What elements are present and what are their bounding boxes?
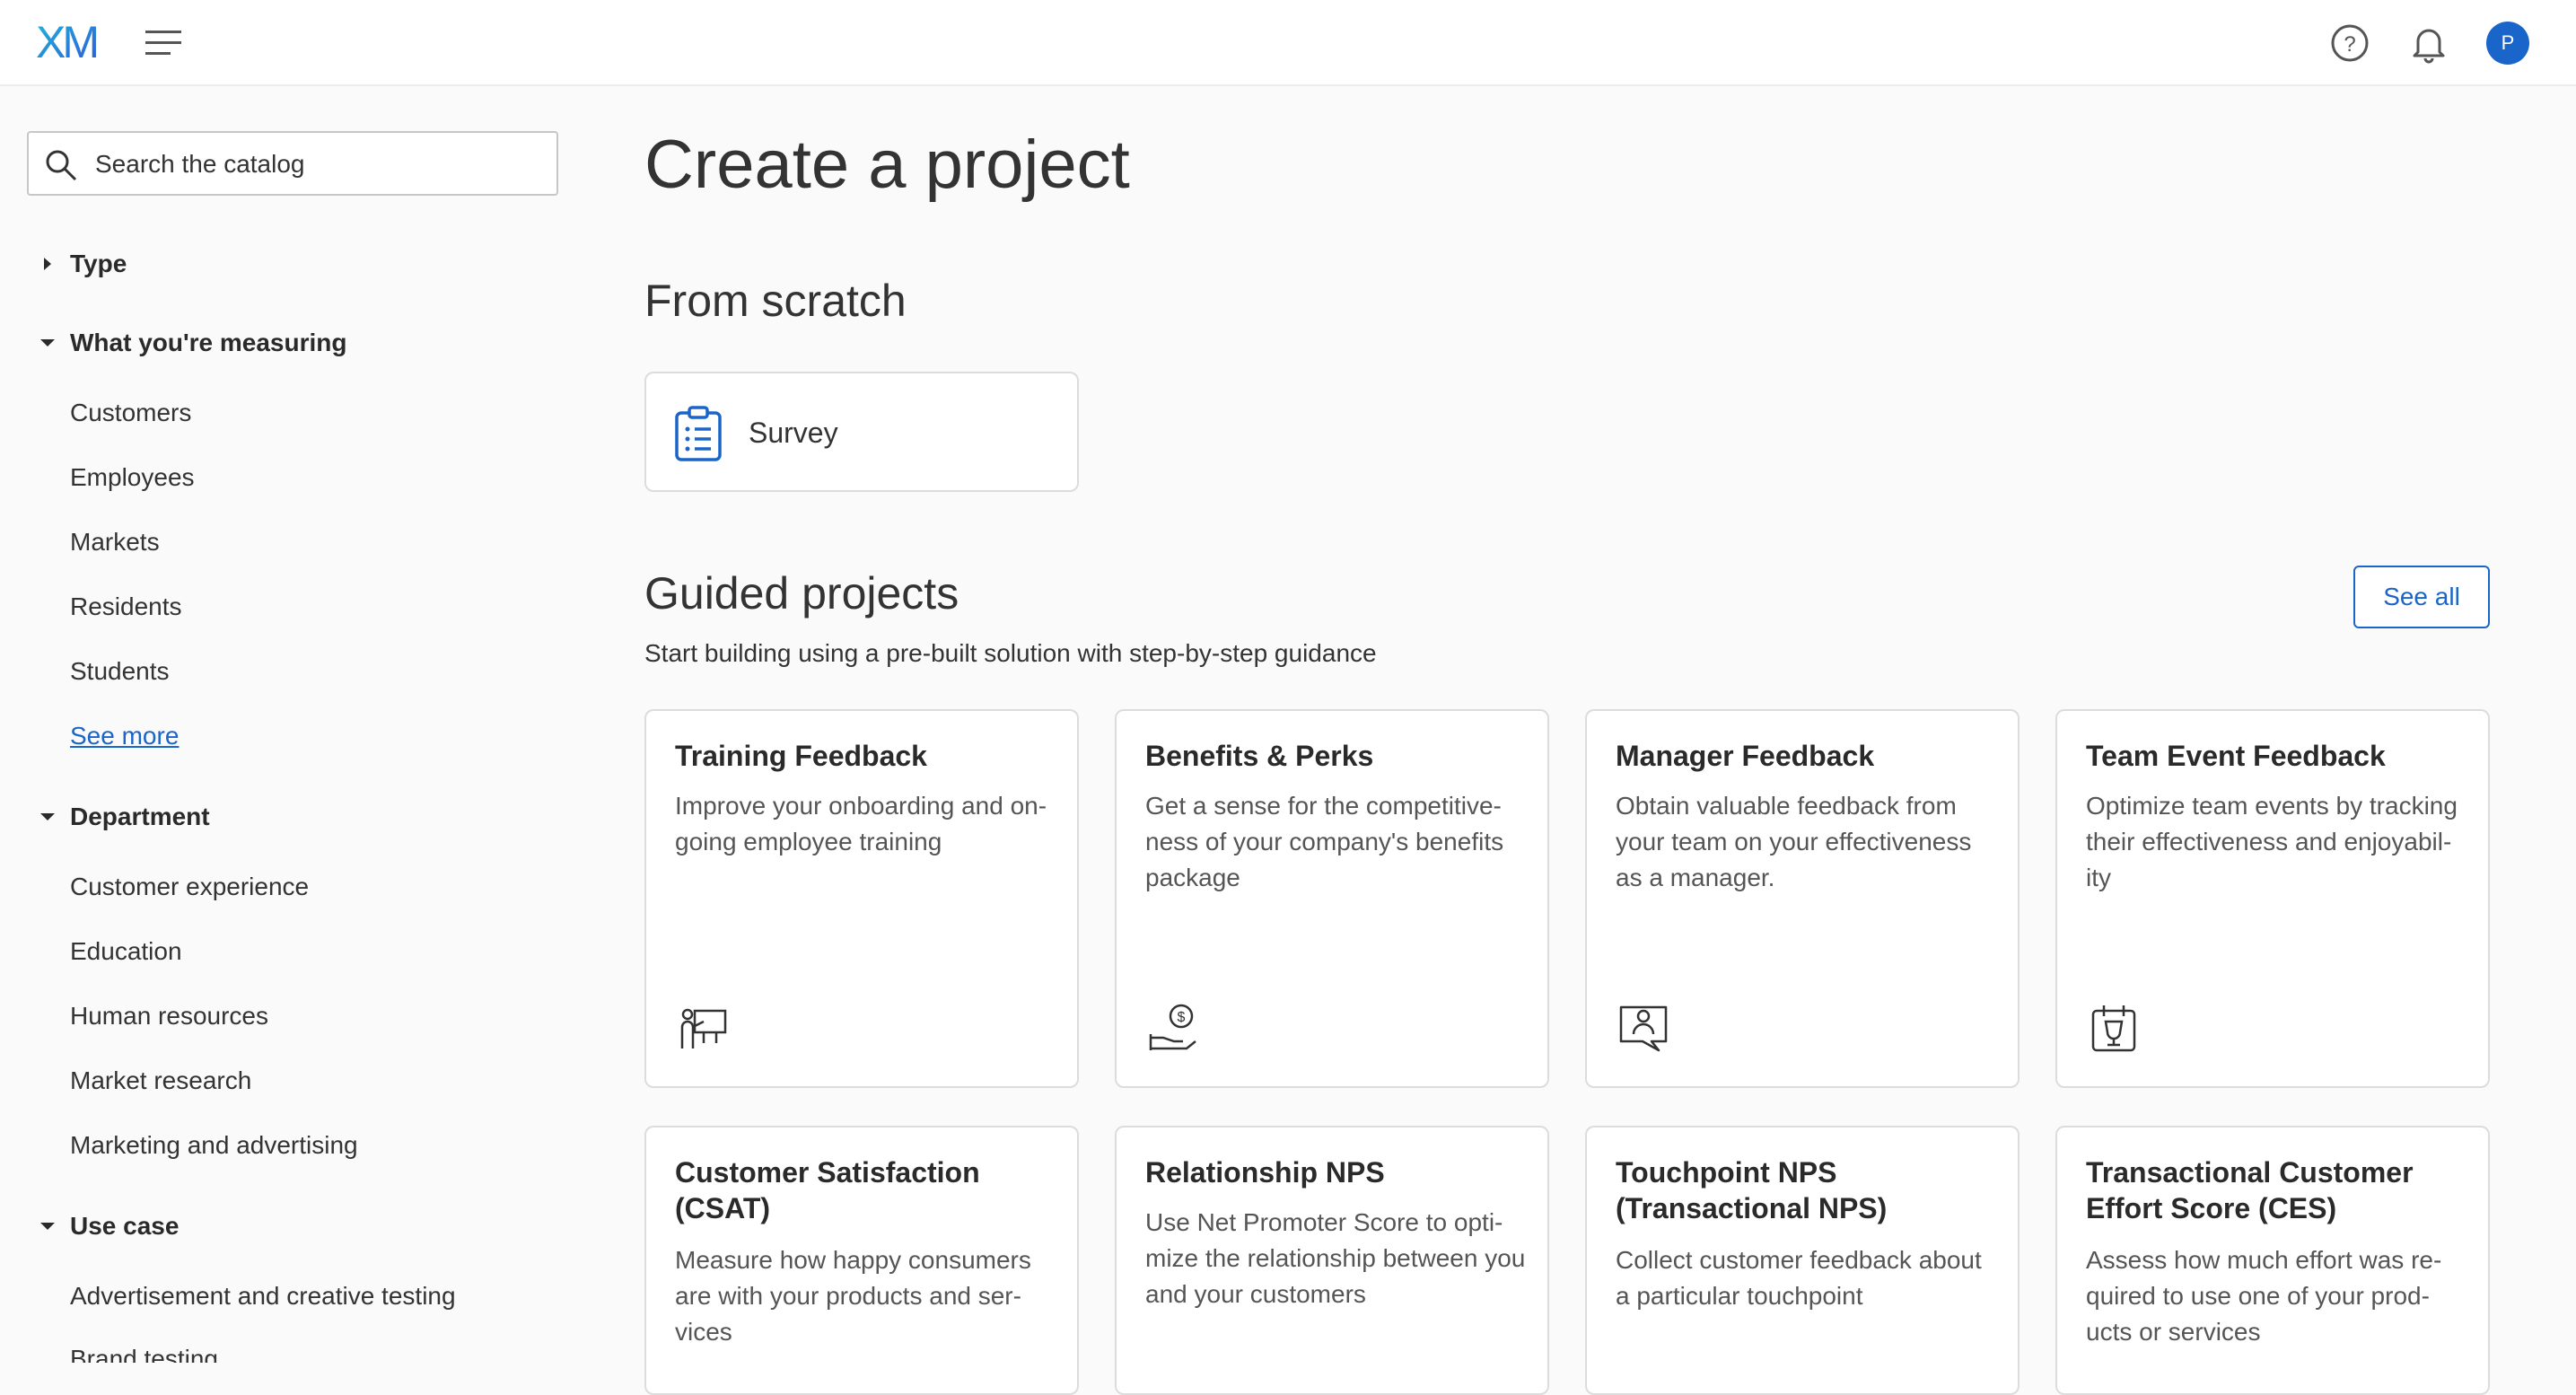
filter-section-department[interactable]: Department <box>36 797 210 837</box>
search-icon <box>46 150 77 181</box>
project-card-csat[interactable]: Customer Satisfaction (CSAT) Measure how… <box>644 1126 1079 1395</box>
card-title: Customer Satisfaction (CSAT) <box>675 1156 980 1224</box>
filter-section-measuring[interactable]: What you're measuring <box>36 323 347 363</box>
filter-item-students[interactable]: Students <box>70 654 170 689</box>
filter-item-human-resources[interactable]: Human resources <box>70 998 268 1034</box>
benefits-icon: $ <box>1149 1004 1196 1050</box>
card-title: Relationship NPS <box>1145 1156 1385 1189</box>
filter-item-education[interactable]: Education <box>70 934 182 969</box>
from-scratch-title: From scratch <box>644 276 907 326</box>
filter-item-markets[interactable]: Markets <box>70 524 160 560</box>
menu-icon[interactable] <box>144 23 183 63</box>
card-description: Improve your onboarding and on-going emp… <box>675 792 1047 855</box>
see-more-link[interactable]: See more <box>70 718 179 754</box>
section-label: What you're measuring <box>70 329 347 356</box>
filter-item-customer-experience[interactable]: Customer experience <box>70 869 309 905</box>
search-input[interactable] <box>93 144 546 185</box>
xm-logo[interactable]: XM <box>36 18 111 65</box>
user-avatar[interactable]: P <box>2486 22 2529 65</box>
section-label: Department <box>70 803 210 830</box>
caret-down-icon <box>40 813 55 820</box>
catalog-sidebar: Type What you're measuring Customers Emp… <box>0 86 592 1363</box>
card-title: Training Feedback <box>675 740 927 772</box>
card-title: Touchpoint NPS (Transactional NPS) <box>1616 1156 1888 1224</box>
filter-section-use-case[interactable]: Use case <box>36 1206 179 1246</box>
filter-item-employees[interactable]: Employees <box>70 460 195 496</box>
filter-item-advertisement[interactable]: Advertisement and creative testing <box>70 1278 456 1314</box>
project-card-team-event-feedback[interactable]: Team Event Feedback Optimize team events… <box>2055 709 2490 1088</box>
card-description: Measure how happy consumers are with you… <box>675 1246 1031 1346</box>
survey-label: Survey <box>749 417 838 449</box>
page-title: Create a project <box>644 127 1130 203</box>
bell-icon[interactable] <box>2405 20 2452 66</box>
caret-down-icon <box>40 339 55 347</box>
card-title: Transactional Customer Effort Score (CES… <box>2086 1156 2414 1224</box>
top-bar: XM ? P <box>0 0 2576 86</box>
help-icon[interactable]: ? <box>2326 20 2373 66</box>
section-label: Type <box>70 250 127 277</box>
card-title: Manager Feedback <box>1616 740 1875 772</box>
team-event-icon <box>2091 1005 2136 1052</box>
card-description: Assess how much effort was re-quired to … <box>2086 1246 2442 1346</box>
svg-text:$: $ <box>1178 1010 1186 1025</box>
manager-icon <box>1619 1005 1668 1052</box>
project-card-benefits-perks[interactable]: Benefits & Perks Get a sense for the com… <box>1115 709 1549 1088</box>
guided-projects-subtitle: Start building using a pre-built solutio… <box>644 639 1377 667</box>
section-label: Use case <box>70 1212 180 1240</box>
catalog-search[interactable] <box>27 131 558 196</box>
card-description: Optimize team events by tracking their e… <box>2086 792 2458 891</box>
project-card-ces[interactable]: Transactional Customer Effort Score (CES… <box>2055 1126 2490 1395</box>
filter-item-customers[interactable]: Customers <box>70 395 191 431</box>
see-all-button[interactable]: See all <box>2353 566 2490 628</box>
filter-item-marketing[interactable]: Marketing and advertising <box>70 1127 358 1163</box>
clipboard-list-icon <box>675 406 722 461</box>
filter-item-brand-testing[interactable]: Brand testing <box>70 1341 218 1363</box>
project-card-training-feedback[interactable]: Training Feedback Improve your onboardin… <box>644 709 1079 1088</box>
filter-section-type[interactable]: Type <box>36 244 127 284</box>
svg-text:?: ? <box>2344 32 2355 57</box>
caret-right-icon <box>44 258 51 270</box>
card-description: Use Net Promoter Score to opti-mize the … <box>1145 1208 1526 1308</box>
filter-item-residents[interactable]: Residents <box>70 589 182 625</box>
project-card-manager-feedback[interactable]: Manager Feedback Obtain valuable feedbac… <box>1585 709 2020 1088</box>
project-card-relationship-nps[interactable]: Relationship NPS Use Net Promoter Score … <box>1115 1126 1549 1395</box>
card-description: Get a sense for the competitive-ness of … <box>1145 792 1504 891</box>
project-card-touchpoint-nps[interactable]: Touchpoint NPS (Transactional NPS) Colle… <box>1585 1126 2020 1395</box>
card-title: Team Event Feedback <box>2086 740 2386 772</box>
card-description: Obtain valuable feedback from your team … <box>1616 792 1972 891</box>
survey-card[interactable]: Survey <box>644 372 1079 492</box>
filter-item-market-research[interactable]: Market research <box>70 1063 251 1099</box>
main-content: Create a project From scratch Survey Gui… <box>644 86 2493 1395</box>
caret-down-icon <box>40 1223 55 1230</box>
training-icon <box>680 1008 727 1048</box>
card-description: Collect customer feedback about a partic… <box>1616 1246 1982 1310</box>
guided-projects-title: Guided projects <box>644 568 959 619</box>
svg-text:XM: XM <box>36 18 96 65</box>
card-title: Benefits & Perks <box>1145 740 1374 772</box>
